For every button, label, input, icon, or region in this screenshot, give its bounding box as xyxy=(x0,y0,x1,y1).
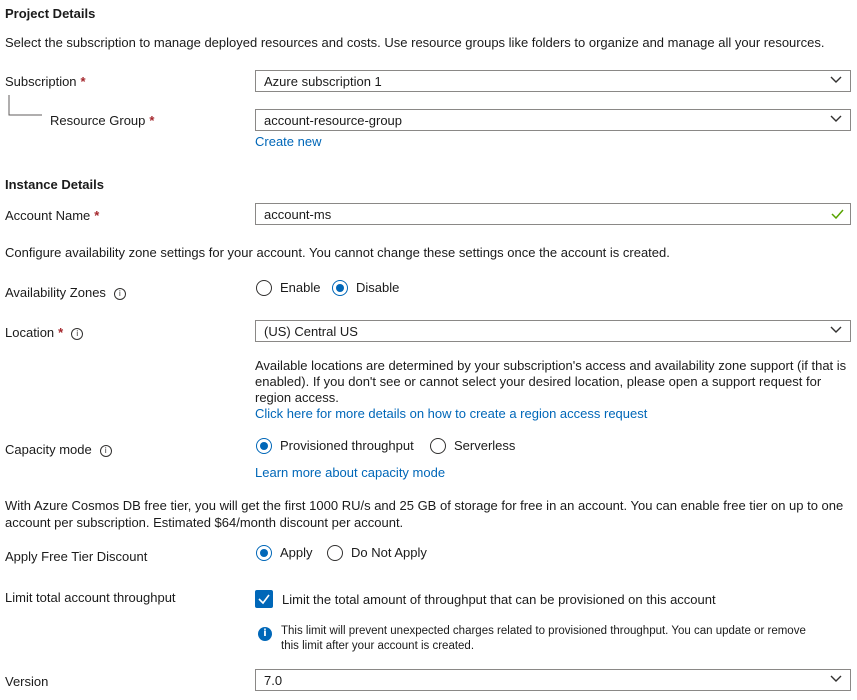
required-mark: * xyxy=(80,74,86,89)
capacity-mode-label-text: Capacity mode xyxy=(5,442,92,457)
location-help-line-2: enabled). If you don't see or cannot sel… xyxy=(255,374,822,389)
free-tier-apply-label: Apply xyxy=(280,545,313,561)
resource-group-label-text: Resource Group xyxy=(50,113,146,128)
version-label: Version xyxy=(5,674,49,689)
subscription-label: Subscription * xyxy=(5,74,86,89)
chevron-down-icon xyxy=(830,115,842,122)
region-access-link[interactable]: Click here for more details on how to cr… xyxy=(255,406,647,421)
location-value: (US) Central US xyxy=(264,324,358,339)
free-tier-radio-apply[interactable]: Apply xyxy=(256,544,313,561)
location-help-line-1: Available locations are determined by yo… xyxy=(255,358,847,373)
checkmark-icon xyxy=(258,594,270,605)
checkmark-icon xyxy=(831,209,844,219)
chevron-down-icon xyxy=(830,76,842,83)
info-icon: i xyxy=(258,627,272,641)
account-name-input[interactable]: account-ms xyxy=(255,203,851,225)
chevron-down-icon xyxy=(830,326,842,333)
subscription-value: Azure subscription 1 xyxy=(264,74,382,89)
availability-zones-label-text: Availability Zones xyxy=(5,285,106,300)
required-mark: * xyxy=(149,113,155,128)
location-help-line-3: region access. xyxy=(255,390,339,405)
checkbox-checked[interactable] xyxy=(255,590,273,608)
required-mark: * xyxy=(94,208,100,223)
capacity-mode-label: Capacity mode i xyxy=(5,442,112,457)
location-label-text: Location xyxy=(5,325,55,340)
az-description: Configure availability zone settings for… xyxy=(5,245,670,260)
resource-group-label: Resource Group * xyxy=(50,113,154,128)
az-radio-enable[interactable]: Enable xyxy=(256,279,320,296)
capacity-mode-link[interactable]: Learn more about capacity mode xyxy=(255,465,445,480)
free-tier-text-line-2: account per subscription. Estimated $64/… xyxy=(5,515,404,530)
availability-zones-label: Availability Zones i xyxy=(5,285,126,300)
resource-group-dropdown[interactable]: account-resource-group xyxy=(255,109,851,131)
tree-connector xyxy=(8,95,42,116)
account-name-value: account-ms xyxy=(264,207,332,222)
limit-checkbox-label: Limit the total amount of throughput tha… xyxy=(282,591,716,607)
capacity-radio-provisioned[interactable]: Provisioned throughput xyxy=(256,437,414,454)
az-enable-label: Enable xyxy=(280,280,321,296)
az-radio-disable[interactable]: Disable xyxy=(332,279,399,296)
project-details-heading: Project Details xyxy=(5,6,96,21)
radio-button[interactable] xyxy=(430,437,446,454)
account-name-label: Account Name * xyxy=(5,208,99,223)
radio-button[interactable] xyxy=(256,279,272,296)
resource-group-value: account-resource-group xyxy=(264,113,403,128)
version-dropdown[interactable]: 7.0 xyxy=(255,669,851,691)
radio-button[interactable] xyxy=(327,544,343,561)
info-icon[interactable]: i xyxy=(71,328,84,340)
version-value: 7.0 xyxy=(264,673,283,688)
free-tier-radio-do-not-apply[interactable]: Do Not Apply xyxy=(327,544,427,561)
info-icon[interactable]: i xyxy=(113,288,126,300)
location-label: Location * i xyxy=(5,325,84,340)
capacity-radio-serverless[interactable]: Serverless xyxy=(430,437,515,454)
limit-throughput-label: Limit total account throughput xyxy=(5,590,176,605)
free-tier-do-not-apply-label: Do Not Apply xyxy=(351,545,427,561)
create-new-link[interactable]: Create new xyxy=(255,134,321,149)
capacity-serverless-label: Serverless xyxy=(454,438,516,454)
free-tier-text-line-1: With Azure Cosmos DB free tier, you will… xyxy=(5,498,844,513)
limit-info-line-1: This limit will prevent unexpected charg… xyxy=(281,625,806,637)
chevron-down-icon xyxy=(830,675,842,682)
limit-throughput-checkbox[interactable]: Limit the total amount of throughput tha… xyxy=(255,590,716,608)
az-disable-label: Disable xyxy=(356,280,400,296)
location-dropdown[interactable]: (US) Central US xyxy=(255,320,851,342)
required-mark: * xyxy=(58,325,64,340)
project-description: Select the subscription to manage deploy… xyxy=(5,35,825,50)
instance-details-heading: Instance Details xyxy=(5,177,104,192)
radio-button-selected[interactable] xyxy=(332,279,348,296)
subscription-label-text: Subscription xyxy=(5,74,77,89)
radio-button-selected[interactable] xyxy=(256,544,272,561)
info-filled-icon: i xyxy=(258,624,272,641)
radio-button-selected[interactable] xyxy=(256,437,272,454)
free-tier-label: Apply Free Tier Discount xyxy=(5,549,148,564)
subscription-dropdown[interactable]: Azure subscription 1 xyxy=(255,70,851,92)
capacity-provisioned-label: Provisioned throughput xyxy=(280,438,414,454)
limit-info-line-2: this limit after your account is created… xyxy=(281,640,475,652)
info-icon[interactable]: i xyxy=(99,445,112,457)
account-name-label-text: Account Name xyxy=(5,208,91,223)
